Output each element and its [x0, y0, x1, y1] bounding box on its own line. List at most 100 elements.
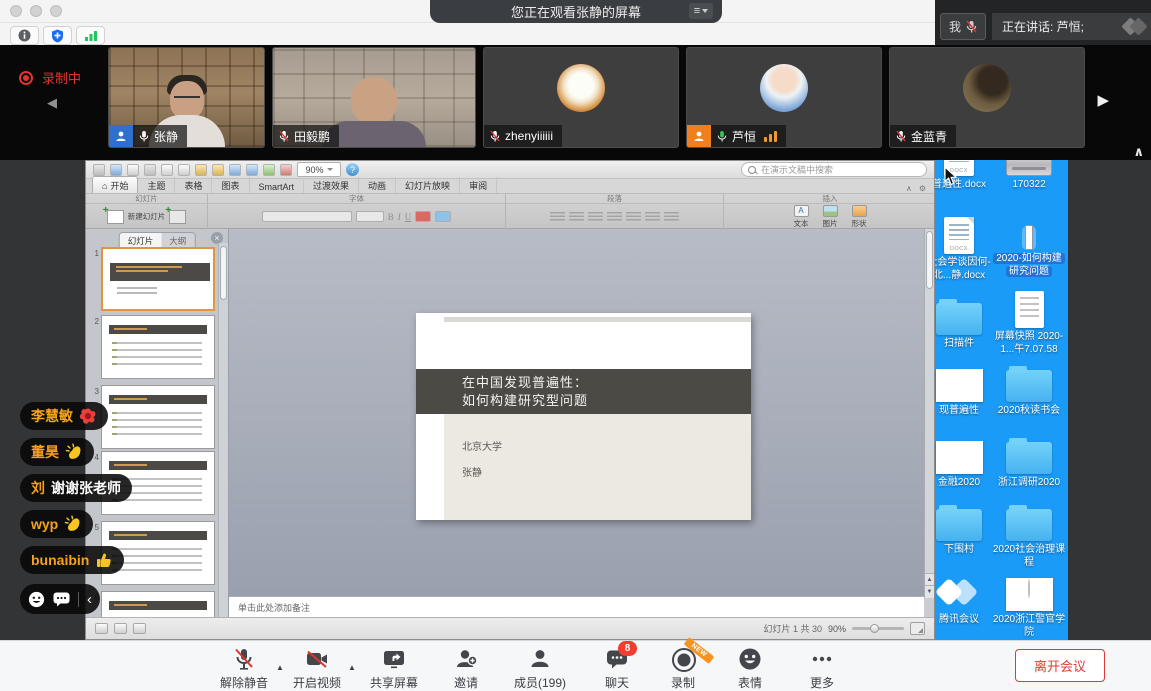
tab-transitions[interactable]: 过渡效果 [304, 177, 359, 193]
video-options-caret[interactable]: ▲ [348, 663, 356, 672]
info-button[interactable] [10, 26, 39, 45]
desktop-icon-xiaweicun[interactable]: 下围村 [935, 499, 997, 557]
redo-icon[interactable] [246, 164, 258, 176]
zoom-slider[interactable] [852, 627, 904, 630]
scroll-participants-right-button[interactable]: ▶ [1097, 91, 1109, 109]
minimize-window-button[interactable] [30, 5, 42, 17]
scroll-participants-left-button[interactable]: ◀ [47, 95, 57, 111]
tab-tables[interactable]: 表格 [175, 177, 212, 193]
desktop-icon-zhejiang-survey[interactable]: 浙江调研2020 [991, 432, 1067, 490]
more-button[interactable]: 更多 [790, 647, 854, 691]
sorter-view-button[interactable] [114, 623, 127, 634]
tab-animations[interactable]: 动画 [359, 177, 396, 193]
chat-input-button-icon[interactable] [53, 592, 70, 607]
security-button[interactable] [43, 26, 72, 45]
tab-smartart[interactable]: SmartArt [250, 180, 305, 193]
zoom-window-button[interactable] [50, 5, 62, 17]
close-window-button[interactable] [10, 5, 22, 17]
window-controls[interactable] [10, 5, 62, 17]
bullets-button[interactable] [550, 212, 565, 222]
numbering-button[interactable] [569, 212, 584, 222]
share-screen-button[interactable]: 共享屏幕 [362, 647, 426, 691]
slide-layout-icon[interactable] [169, 210, 186, 224]
tab-review[interactable]: 审阅 [460, 177, 497, 193]
slideshow-view-button[interactable] [133, 623, 146, 634]
undo-icon[interactable] [229, 164, 241, 176]
desktop-icon-police-college[interactable]: 2020浙江警官学院 [991, 569, 1067, 639]
view-icon[interactable] [263, 164, 275, 176]
desktop-icon-2020-research-question[interactable]: 2020-如何构建研究问题 [991, 208, 1067, 278]
media-icon[interactable] [280, 164, 292, 176]
reactions-button[interactable]: 表情 [718, 647, 782, 691]
insert-picture-button[interactable]: 图片 [823, 205, 838, 229]
open-icon[interactable] [110, 164, 122, 176]
insert-text-button[interactable]: A 文本 [794, 205, 809, 229]
participant-tile-zhenyi[interactable]: zhenyiiiiii [483, 47, 679, 148]
my-status-box[interactable]: 我 [940, 13, 986, 40]
zoom-select[interactable]: 90% [297, 162, 341, 177]
align-left-button[interactable] [588, 212, 603, 222]
slide-thumbnail-3[interactable] [101, 385, 215, 449]
members-button[interactable]: 成员(199) [508, 647, 572, 691]
invite-button[interactable]: 邀请 [434, 647, 498, 691]
current-slide[interactable]: 在中国发现普遍性： 如何构建研究型问题 北京大学 张静 [416, 313, 751, 520]
desktop-icon-jinrong2020[interactable]: 金融2020 [935, 432, 997, 490]
tab-slideshow[interactable]: 幻灯片放映 [396, 177, 460, 193]
new-slide-label[interactable]: 新建幻灯片 [128, 211, 166, 222]
copy-icon[interactable] [178, 164, 190, 176]
font-name-select[interactable] [262, 211, 352, 222]
font-color-button[interactable] [415, 211, 431, 222]
format-painter-icon[interactable] [212, 164, 224, 176]
audio-options-caret[interactable]: ▲ [276, 663, 284, 672]
unmute-button[interactable]: 解除静音 [212, 647, 276, 691]
help-button[interactable]: ? [346, 163, 359, 176]
bold-button[interactable]: B [388, 212, 394, 222]
collapse-ribbon-button[interactable]: ∧ [906, 184, 912, 193]
tab-themes[interactable]: 主题 [138, 177, 175, 193]
cut-icon[interactable] [161, 164, 173, 176]
italic-button[interactable]: I [398, 212, 401, 222]
start-video-button[interactable]: 开启视频 [285, 647, 349, 691]
font-size-select[interactable] [356, 211, 384, 222]
record-button[interactable]: NEW 录制 [651, 647, 715, 691]
chat-button[interactable]: 8 聊天 [585, 647, 649, 691]
participant-tile-luheng[interactable]: 芦恒 [686, 47, 882, 148]
ppt-notes-area[interactable]: 单击此处添加备注 [229, 596, 924, 617]
slide-thumbnail-2[interactable] [101, 315, 215, 379]
fit-slide-button[interactable] [910, 622, 925, 635]
highlight-color-button[interactable] [435, 211, 451, 222]
justify-button[interactable] [645, 212, 660, 222]
print-icon[interactable] [144, 164, 156, 176]
ribbon-gear-icon[interactable]: ⚙ [919, 184, 926, 193]
participant-tile-jinlanqing[interactable]: 金蓝青 [889, 47, 1085, 148]
participant-tile-zhangjing[interactable]: 张静 [108, 47, 265, 148]
tab-charts[interactable]: 图表 [212, 177, 249, 193]
leave-meeting-button[interactable]: 离开会议 [1015, 649, 1105, 682]
participant-tile-tianyipeng[interactable]: 田毅鹏 [272, 47, 476, 148]
align-center-button[interactable] [607, 212, 622, 222]
desktop-icon-screenshot[interactable]: 屏幕快照 2020-1...午7.07.58 [991, 286, 1067, 356]
line-spacing-button[interactable] [664, 212, 679, 222]
desktop-icon-tencent-meeting[interactable]: 腾讯会议 [935, 569, 997, 627]
collapse-strip-button[interactable]: ∧ [1133, 144, 1144, 160]
presentation-search-input[interactable]: 在演示文稿中搜索 [741, 162, 927, 177]
desktop-icon-xianpubianxing[interactable]: 现普遍性 [935, 360, 997, 418]
save-icon[interactable] [127, 164, 139, 176]
desktop-icon-170322[interactable]: 170322 [991, 160, 1067, 192]
panel-scrollbar[interactable] [218, 243, 228, 640]
canvas-scrollbar[interactable]: ▲ ▼ [924, 229, 934, 598]
new-slide-icon[interactable] [107, 210, 124, 224]
scroll-down-icon[interactable]: ▼ [925, 585, 934, 598]
banner-menu-button[interactable]: ≡ [689, 3, 713, 19]
underline-button[interactable]: U [405, 212, 412, 222]
tab-home[interactable]: ⌂ 开始 [92, 176, 138, 193]
normal-view-button[interactable] [95, 623, 108, 634]
slide-thumbnail-1[interactable] [101, 247, 215, 311]
paste-icon[interactable] [195, 164, 207, 176]
new-document-icon[interactable] [93, 164, 105, 176]
desktop-icon-saomiaojian[interactable]: 扫描件 [935, 293, 997, 351]
desktop-icon-2020-reading-club[interactable]: 2020秋读书会 [991, 360, 1067, 418]
insert-shape-button[interactable]: 形状 [852, 205, 867, 229]
network-quality-button[interactable] [76, 26, 105, 45]
collapse-chat-button[interactable]: ‹ [87, 592, 92, 607]
